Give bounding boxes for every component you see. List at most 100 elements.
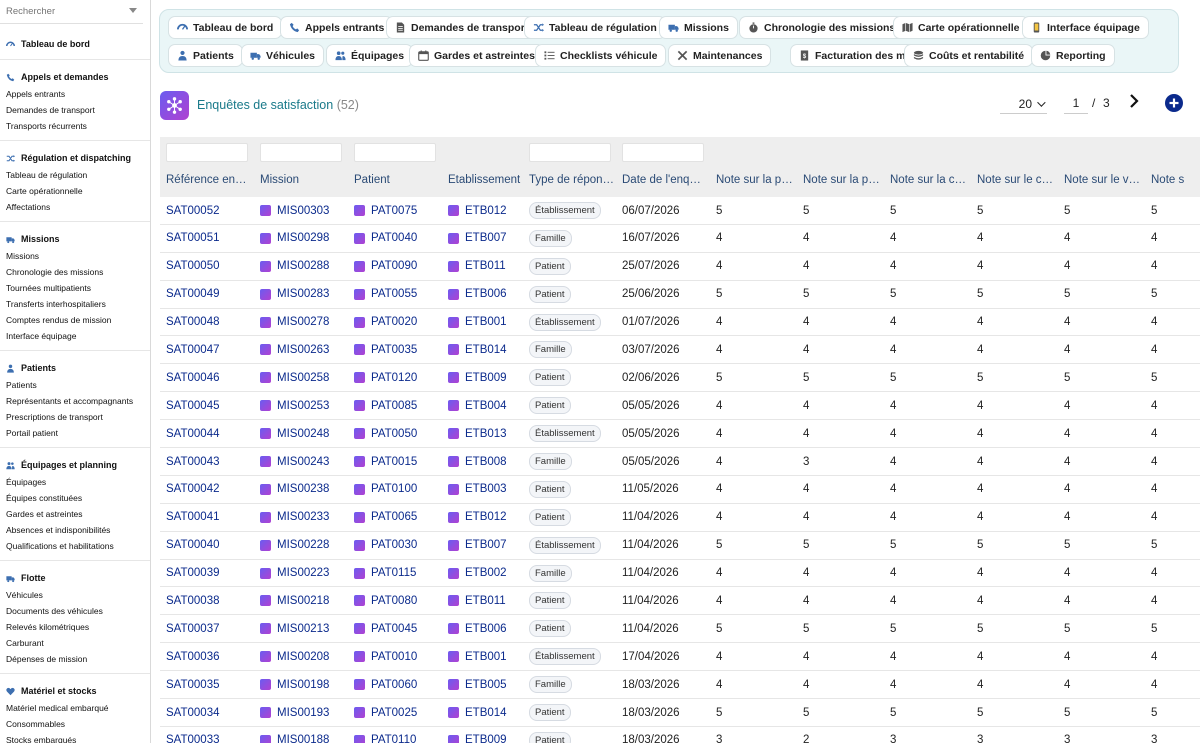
- link-text[interactable]: MIS00283: [277, 288, 329, 300]
- sidebar-section-header[interactable]: Missions: [0, 230, 150, 248]
- tab-item[interactable]: Véhicules: [241, 44, 325, 67]
- establishment-link[interactable]: ETB005: [448, 671, 507, 698]
- sidebar-section-header[interactable]: Tableau de bord: [0, 35, 150, 53]
- link-text[interactable]: MIS00258: [277, 372, 329, 384]
- link-text[interactable]: PAT0100: [371, 483, 417, 495]
- tab-item[interactable]: Carte opérationnelle: [893, 16, 1029, 39]
- sidebar-item[interactable]: Représentants et accompagnants: [0, 393, 150, 409]
- sidebar-section-header[interactable]: Appels et demandes: [0, 68, 150, 86]
- link-text[interactable]: ETB001: [465, 651, 507, 663]
- table-row[interactable]: SAT00035 MIS00198 PAT0060 ETB005 Famille 18/0…: [160, 671, 1200, 700]
- link-text[interactable]: MIS00228: [277, 539, 329, 551]
- reference-link[interactable]: SAT00034: [166, 699, 220, 726]
- link-text[interactable]: PAT0120: [371, 372, 417, 384]
- patient-link[interactable]: PAT0015: [354, 448, 417, 475]
- column-header[interactable]: Note sur la p…: [716, 174, 798, 186]
- column-header[interactable]: Type de répon…: [529, 174, 617, 186]
- link-text[interactable]: MIS00298: [277, 232, 329, 244]
- sidebar-item[interactable]: Dépenses de mission: [0, 651, 150, 667]
- sidebar-item[interactable]: Matériel medical embarqué: [0, 700, 150, 716]
- table-row[interactable]: SAT00039 MIS00223 PAT0115 ETB002 Famille 11/0…: [160, 560, 1200, 588]
- next-page-button[interactable]: [1127, 94, 1141, 108]
- link-text[interactable]: ETB014: [465, 707, 507, 719]
- establishment-link[interactable]: ETB011: [448, 253, 506, 280]
- mission-link[interactable]: MIS00213: [260, 615, 329, 642]
- tab-item[interactable]: Coûts et rentabilité: [904, 44, 1034, 67]
- establishment-link[interactable]: ETB009: [448, 364, 507, 391]
- column-header[interactable]: Note sur la p…: [803, 174, 885, 186]
- patient-link[interactable]: PAT0040: [354, 225, 417, 252]
- link-text[interactable]: MIS00208: [277, 651, 329, 663]
- establishment-link[interactable]: ETB007: [448, 532, 507, 559]
- link-text[interactable]: ETB006: [465, 288, 507, 300]
- column-filter-input[interactable]: [354, 143, 436, 162]
- table-row[interactable]: SAT00047 MIS00263 PAT0035 ETB014 Famille 03/0…: [160, 336, 1200, 365]
- establishment-link[interactable]: ETB012: [448, 504, 507, 531]
- column-filter-input[interactable]: [166, 143, 248, 162]
- link-text[interactable]: ETB007: [465, 232, 507, 244]
- tab-item[interactable]: Demandes de transport: [386, 16, 538, 39]
- sidebar-item[interactable]: Relevés kilométriques: [0, 619, 150, 635]
- mission-link[interactable]: MIS00288: [260, 253, 329, 280]
- reference-link[interactable]: SAT00050: [166, 253, 220, 280]
- patient-link[interactable]: PAT0075: [354, 197, 417, 224]
- add-button[interactable]: [1165, 94, 1183, 112]
- patient-link[interactable]: PAT0055: [354, 281, 417, 308]
- mission-link[interactable]: MIS00228: [260, 532, 329, 559]
- patient-link[interactable]: PAT0115: [354, 560, 416, 587]
- sidebar-section-header[interactable]: Flotte: [0, 569, 150, 587]
- link-text[interactable]: ETB011: [465, 260, 506, 272]
- reference-link[interactable]: SAT00035: [166, 671, 220, 698]
- mission-link[interactable]: MIS00223: [260, 560, 329, 587]
- mission-link[interactable]: MIS00218: [260, 587, 329, 614]
- sidebar-item[interactable]: Carte opérationnelle: [0, 183, 150, 199]
- tab-item[interactable]: Gardes et astreintes: [409, 44, 544, 67]
- mission-link[interactable]: MIS00253: [260, 392, 329, 419]
- patient-link[interactable]: PAT0080: [354, 587, 417, 614]
- column-filter-input[interactable]: [260, 143, 342, 162]
- reference-link[interactable]: SAT00040: [166, 532, 220, 559]
- table-row[interactable]: SAT00042 MIS00238 PAT0100 ETB003 Patient 11/0…: [160, 476, 1200, 504]
- link-text[interactable]: PAT0075: [371, 205, 417, 217]
- sidebar-item[interactable]: Demandes de transport: [0, 102, 150, 118]
- sidebar-item[interactable]: Comptes rendus de mission: [0, 312, 150, 328]
- link-text[interactable]: ETB012: [465, 205, 507, 217]
- reference-link[interactable]: SAT00048: [166, 309, 220, 336]
- link-text[interactable]: PAT0115: [371, 567, 416, 579]
- tab-item[interactable]: Missions: [659, 16, 738, 39]
- establishment-link[interactable]: ETB014: [448, 336, 507, 363]
- sidebar-item[interactable]: Affectations: [0, 199, 150, 215]
- patient-link[interactable]: PAT0045: [354, 615, 417, 642]
- reference-link[interactable]: SAT00041: [166, 504, 220, 531]
- link-text[interactable]: MIS00218: [277, 595, 329, 607]
- table-row[interactable]: SAT00041 MIS00233 PAT0065 ETB012 Patient 11/0…: [160, 504, 1200, 532]
- table-row[interactable]: SAT00051 MIS00298 PAT0040 ETB007 Famille 16/0…: [160, 225, 1200, 253]
- table-row[interactable]: SAT00038 MIS00218 PAT0080 ETB011 Patient 11/0…: [160, 587, 1200, 616]
- sidebar-item[interactable]: Véhicules: [0, 587, 150, 603]
- mission-link[interactable]: MIS00248: [260, 420, 329, 447]
- link-text[interactable]: PAT0040: [371, 232, 417, 244]
- column-header[interactable]: Référence en…: [166, 174, 252, 186]
- tab-item[interactable]: Reporting: [1031, 44, 1115, 67]
- sidebar-item[interactable]: Stocks embarqués: [0, 732, 150, 743]
- sidebar-item[interactable]: Gardes et astreintes: [0, 506, 150, 522]
- patient-link[interactable]: PAT0030: [354, 532, 417, 559]
- patient-link[interactable]: PAT0090: [354, 253, 417, 280]
- reference-link[interactable]: SAT00051: [166, 225, 220, 252]
- page-size-select[interactable]: 20: [1000, 95, 1047, 114]
- sidebar-item[interactable]: Appels entrants: [0, 86, 150, 102]
- table-row[interactable]: SAT00046 MIS00258 PAT0120 ETB009 Patient 02/0…: [160, 364, 1200, 393]
- link-text[interactable]: MIS00263: [277, 344, 329, 356]
- link-text[interactable]: PAT0025: [371, 707, 417, 719]
- patient-link[interactable]: PAT0020: [354, 309, 417, 336]
- reference-link[interactable]: SAT00052: [166, 197, 220, 224]
- sidebar-item[interactable]: Interface équipage: [0, 328, 150, 344]
- reference-link[interactable]: SAT00046: [166, 364, 220, 391]
- reference-link[interactable]: SAT00038: [166, 587, 220, 614]
- table-row[interactable]: SAT00050 MIS00288 PAT0090 ETB011 Patient 25/0…: [160, 253, 1200, 281]
- table-row[interactable]: SAT00036 MIS00208 PAT0010 ETB001 Établisseme…: [160, 643, 1200, 672]
- establishment-link[interactable]: ETB003: [448, 476, 507, 503]
- sidebar-item[interactable]: Prescriptions de transport: [0, 409, 150, 425]
- establishment-link[interactable]: ETB014: [448, 699, 507, 726]
- establishment-link[interactable]: ETB004: [448, 392, 507, 419]
